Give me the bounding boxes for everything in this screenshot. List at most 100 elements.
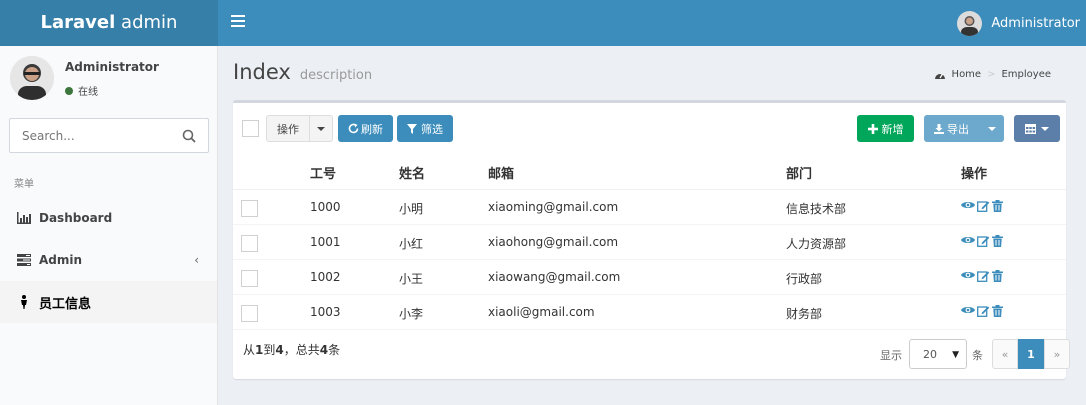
breadcrumb: Home > Employee	[934, 69, 1051, 80]
row-checkbox[interactable]	[241, 235, 258, 252]
filter-label: 筛选	[421, 122, 443, 136]
caret-down-icon	[317, 126, 325, 131]
content-header: Index description	[233, 60, 372, 84]
user-menu[interactable]: Administrator	[957, 10, 1080, 36]
edit-icon[interactable]	[977, 270, 990, 282]
cell-id: 1000	[310, 200, 341, 214]
user-panel: Administrator 在线	[10, 56, 210, 104]
page-title: Index	[233, 60, 291, 84]
edit-icon[interactable]	[977, 305, 990, 317]
refresh-button[interactable]: 刷新	[338, 115, 393, 142]
brand-bold: Laravel	[40, 12, 116, 33]
header-username: Administrator	[991, 15, 1080, 31]
info-from: 从	[243, 343, 256, 357]
row-checkbox[interactable]	[241, 305, 258, 322]
per-page-select[interactable]: 20 ▼	[909, 339, 967, 369]
cell-name: 小李	[399, 307, 424, 321]
trash-icon[interactable]	[992, 235, 1003, 247]
sidebar-username: Administrator	[65, 60, 159, 74]
brand-logo[interactable]: Laravel admin	[0, 0, 218, 46]
trash-icon[interactable]	[992, 200, 1003, 212]
status-text: 在线	[78, 87, 98, 98]
trash-icon[interactable]	[992, 305, 1003, 317]
cell-dept: 人力资源部	[786, 237, 847, 251]
sidebar-item-dashboard[interactable]: Dashboard	[0, 197, 217, 239]
column-header-id[interactable]: 工号	[310, 163, 336, 182]
export-button[interactable]: 导出	[924, 115, 979, 142]
menu-header: 菜单	[14, 179, 34, 190]
sidebar-search	[9, 118, 209, 153]
per-page-unit: 条	[972, 349, 983, 362]
edit-icon[interactable]	[977, 235, 990, 247]
eye-icon[interactable]	[961, 235, 975, 247]
column-header-dept[interactable]: 部门	[786, 163, 812, 182]
eye-icon[interactable]	[961, 270, 975, 282]
filter-button[interactable]: 筛选	[397, 115, 453, 142]
per-page-label: 显示	[880, 349, 902, 362]
filter-icon	[407, 123, 417, 134]
search-icon[interactable]	[182, 129, 196, 147]
avatar	[957, 10, 983, 36]
column-header-actions: 操作	[961, 167, 988, 182]
eye-icon[interactable]	[961, 200, 975, 212]
page-1-button[interactable]: 1	[1018, 339, 1044, 369]
search-input[interactable]	[10, 119, 170, 152]
breadcrumb-separator: >	[987, 69, 996, 80]
table-icon	[1025, 123, 1036, 134]
column-header-name[interactable]: 姓名	[399, 163, 425, 182]
sidebar: Administrator 在线 菜单 Dashboard Admin ‹ 员工…	[0, 46, 218, 405]
cell-dept: 信息技术部	[786, 202, 847, 216]
cell-dept: 财务部	[786, 307, 823, 321]
row-actions	[961, 235, 1003, 247]
edit-icon[interactable]	[977, 200, 990, 212]
breadcrumb-current: Employee	[1001, 69, 1051, 80]
row-actions	[961, 305, 1003, 317]
prev-page-button[interactable]: «	[992, 339, 1018, 369]
table-row: 1003 小李 xiaoli@gmail.com 财务部	[233, 295, 1066, 330]
row-checkbox[interactable]	[241, 200, 258, 217]
refresh-icon	[348, 123, 359, 134]
online-status: 在线	[65, 83, 98, 98]
avatar	[10, 56, 54, 100]
info-sep: ，总共	[283, 343, 320, 357]
brand-rest: admin	[115, 12, 178, 33]
person-icon	[16, 295, 32, 309]
cell-email: xiaoli@gmail.com	[488, 305, 595, 319]
info-to: 到	[263, 343, 276, 357]
column-header-email[interactable]: 邮箱	[488, 163, 514, 182]
top-navbar: Laravel admin Administrator	[0, 0, 1086, 46]
cell-id: 1002	[310, 270, 341, 284]
pagination-info: 从1到4，总共4条	[243, 341, 340, 358]
select-all-checkbox[interactable]	[242, 120, 259, 137]
row-checkbox[interactable]	[241, 270, 258, 287]
new-label: 新增	[881, 122, 904, 136]
eye-icon[interactable]	[961, 305, 975, 317]
sidebar-item-admin[interactable]: Admin ‹	[0, 239, 217, 281]
export-caret-button[interactable]	[979, 115, 1004, 142]
breadcrumb-home[interactable]: Home	[952, 69, 982, 80]
info-end: 4	[275, 343, 284, 357]
plus-icon	[867, 123, 878, 134]
cell-email: xiaowang@gmail.com	[488, 270, 621, 284]
online-dot-icon	[65, 86, 73, 95]
sidebar-toggle-icon[interactable]	[231, 15, 245, 29]
actions-caret-button[interactable]	[309, 115, 333, 142]
sidebar-item-employee[interactable]: 员工信息	[0, 281, 217, 323]
next-page-button[interactable]: »	[1044, 339, 1070, 369]
new-button[interactable]: 新增	[857, 115, 914, 142]
sidebar-item-label: Admin	[39, 253, 83, 267]
info-unit: 条	[328, 343, 341, 357]
columns-button[interactable]	[1014, 115, 1060, 142]
bar-chart-icon	[16, 212, 32, 224]
grid-box: 操作 刷新 筛选 新增 导出 工号 姓名 邮箱 部门 操作 1000 小明 xi…	[233, 100, 1070, 379]
page-description: description	[299, 68, 373, 83]
actions-dropdown-button[interactable]: 操作	[266, 115, 310, 142]
download-icon	[934, 123, 944, 134]
row-actions	[961, 270, 1003, 282]
cell-id: 1003	[310, 305, 341, 319]
trash-icon[interactable]	[992, 270, 1003, 282]
info-total: 4	[319, 343, 329, 357]
cell-name: 小王	[399, 272, 424, 286]
table-row: 1001 小红 xiaohong@gmail.com 人力资源部	[233, 225, 1066, 260]
cell-name: 小明	[399, 202, 424, 216]
